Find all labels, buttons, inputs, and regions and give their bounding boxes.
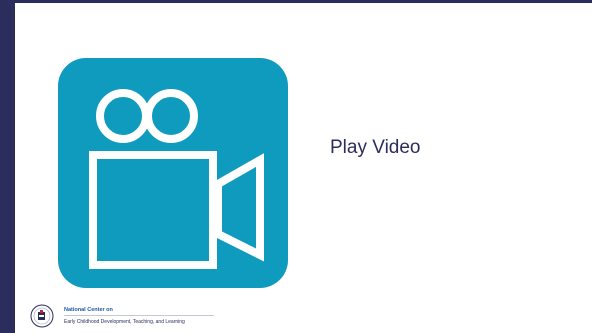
- footer-line-1: National Center on: [64, 307, 113, 313]
- footer-org-name: National Center on Early Childhood Devel…: [64, 306, 214, 327]
- play-video-button[interactable]: [58, 58, 288, 288]
- left-accent-bar: [0, 0, 15, 333]
- top-accent-bar: [0, 0, 592, 3]
- video-camera-icon: [89, 89, 264, 269]
- head-start-seal-icon: [30, 304, 54, 328]
- footer-line-2: Early Childhood Development, Teaching, a…: [64, 315, 214, 327]
- slide: Play Video National Center on Early Chil…: [0, 0, 592, 333]
- play-video-link[interactable]: Play Video: [330, 137, 421, 159]
